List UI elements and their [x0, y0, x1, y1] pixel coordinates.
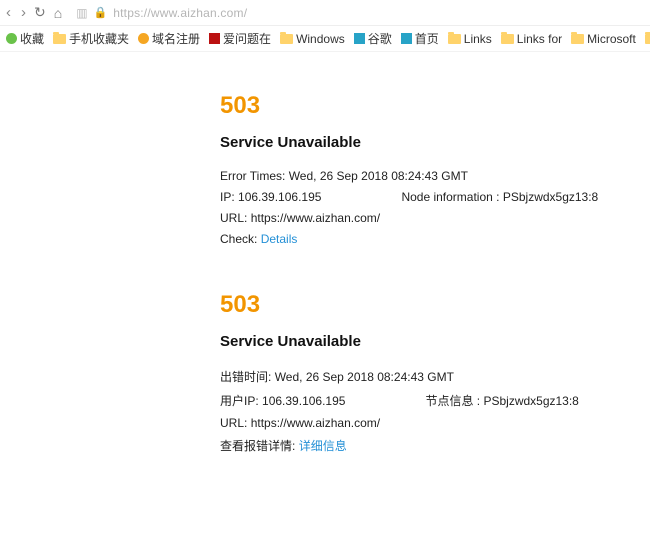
- site-icon: [138, 33, 149, 44]
- bookmark-google[interactable]: 谷歌: [354, 30, 392, 47]
- error-url-value: https://www.aizhan.com/: [251, 211, 380, 225]
- error-block-zh: 503 Service Unavailable 出错时间: Wed, 26 Se…: [220, 291, 650, 454]
- error-ip-label: IP:: [220, 190, 235, 204]
- folder-icon: [448, 34, 461, 44]
- error-status: Service Unavailable: [220, 333, 650, 350]
- error-ip-value: 106.39.106.195: [238, 190, 321, 204]
- bookmark-home[interactable]: 首页: [401, 30, 439, 47]
- error-block-en: 503 Service Unavailable Error Times: Wed…: [220, 92, 650, 246]
- error-url-row: URL: https://www.aizhan.com/: [220, 211, 650, 225]
- page-icon: ▥: [76, 6, 87, 20]
- bookmark-windows[interactable]: Windows: [280, 32, 345, 46]
- error-ip-row: IP: 106.39.106.195 Node information : PS…: [220, 190, 650, 204]
- bookmarks-bar: 收藏 手机收藏夹 域名注册 爱问题在 Windows 谷歌 首页 Links L…: [0, 26, 650, 52]
- site-icon: [209, 33, 220, 44]
- bookmark-aiwen[interactable]: 爱问题在: [209, 30, 271, 47]
- folder-icon: [501, 34, 514, 44]
- site-icon: [401, 33, 412, 44]
- error-ip-value: 106.39.106.195: [262, 394, 345, 408]
- bookmark-domain[interactable]: 域名注册: [138, 30, 200, 47]
- url-text: https://www.aizhan.com/: [113, 6, 247, 20]
- lock-icon: 🔒: [94, 6, 108, 19]
- error-time-row: Error Times: Wed, 26 Sep 2018 08:24:43 G…: [220, 169, 650, 183]
- error-node-value: PSbjzwdx5gz13:8: [483, 394, 578, 408]
- error-time-value: Wed, 26 Sep 2018 08:24:43 GMT: [289, 169, 468, 183]
- error-code: 503: [220, 291, 650, 319]
- error-url-value: https://www.aizhan.com/: [251, 416, 380, 430]
- error-node-label: Node information :: [401, 190, 499, 204]
- site-icon: [354, 33, 365, 44]
- error-check-row: 查看报错详情: 详细信息: [220, 437, 650, 454]
- error-check-label: 查看报错详情:: [220, 439, 295, 453]
- reload-button[interactable]: ↻: [34, 4, 46, 21]
- error-node-label: 节点信息 :: [425, 394, 480, 408]
- folder-icon: [280, 34, 293, 44]
- error-check-row: Check: Details: [220, 232, 650, 246]
- page-content: 503 Service Unavailable Error Times: Wed…: [0, 52, 650, 454]
- bookmark-mobile-fav[interactable]: 手机收藏夹: [53, 30, 129, 47]
- home-button[interactable]: ⌂: [54, 5, 62, 21]
- folder-icon: [571, 34, 584, 44]
- bookmark-links-for[interactable]: Links for: [501, 32, 562, 46]
- bookmark-microsoft[interactable]: Microsoft: [571, 32, 636, 46]
- details-link[interactable]: Details: [261, 232, 298, 246]
- back-button[interactable]: ‹: [6, 5, 11, 20]
- error-url-row: URL: https://www.aizhan.com/: [220, 416, 650, 430]
- folder-icon: [645, 34, 650, 44]
- details-link[interactable]: 详细信息: [299, 439, 347, 453]
- error-time-label: Error Times:: [220, 169, 285, 183]
- browser-toolbar: ‹ › ↻ ⌂ ▥ 🔒 https://www.aizhan.com/: [0, 0, 650, 26]
- nav-arrows: ‹ ›: [6, 5, 26, 20]
- bookmark-links[interactable]: Links: [448, 32, 492, 46]
- error-code: 503: [220, 92, 650, 120]
- star-icon: [6, 33, 17, 44]
- error-node-value: PSbjzwdx5gz13:8: [503, 190, 598, 204]
- error-status: Service Unavailable: [220, 134, 650, 151]
- error-time-value: Wed, 26 Sep 2018 08:24:43 GMT: [275, 370, 454, 384]
- folder-icon: [53, 34, 66, 44]
- error-time-label: 出错时间:: [220, 370, 271, 384]
- error-ip-label: 用户IP:: [220, 394, 259, 408]
- error-url-label: URL:: [220, 211, 247, 225]
- address-bar[interactable]: ▥ 🔒 https://www.aizhan.com/: [70, 6, 644, 20]
- forward-button[interactable]: ›: [21, 5, 26, 20]
- error-ip-row: 用户IP: 106.39.106.195 节点信息 : PSbjzwdx5gz1…: [220, 392, 650, 409]
- bookmark-msn[interactable]: MSN 网: [645, 30, 650, 47]
- error-url-label: URL:: [220, 416, 247, 430]
- bookmark-favorites[interactable]: 收藏: [6, 30, 44, 47]
- error-check-label: Check:: [220, 232, 257, 246]
- error-time-row: 出错时间: Wed, 26 Sep 2018 08:24:43 GMT: [220, 368, 650, 385]
